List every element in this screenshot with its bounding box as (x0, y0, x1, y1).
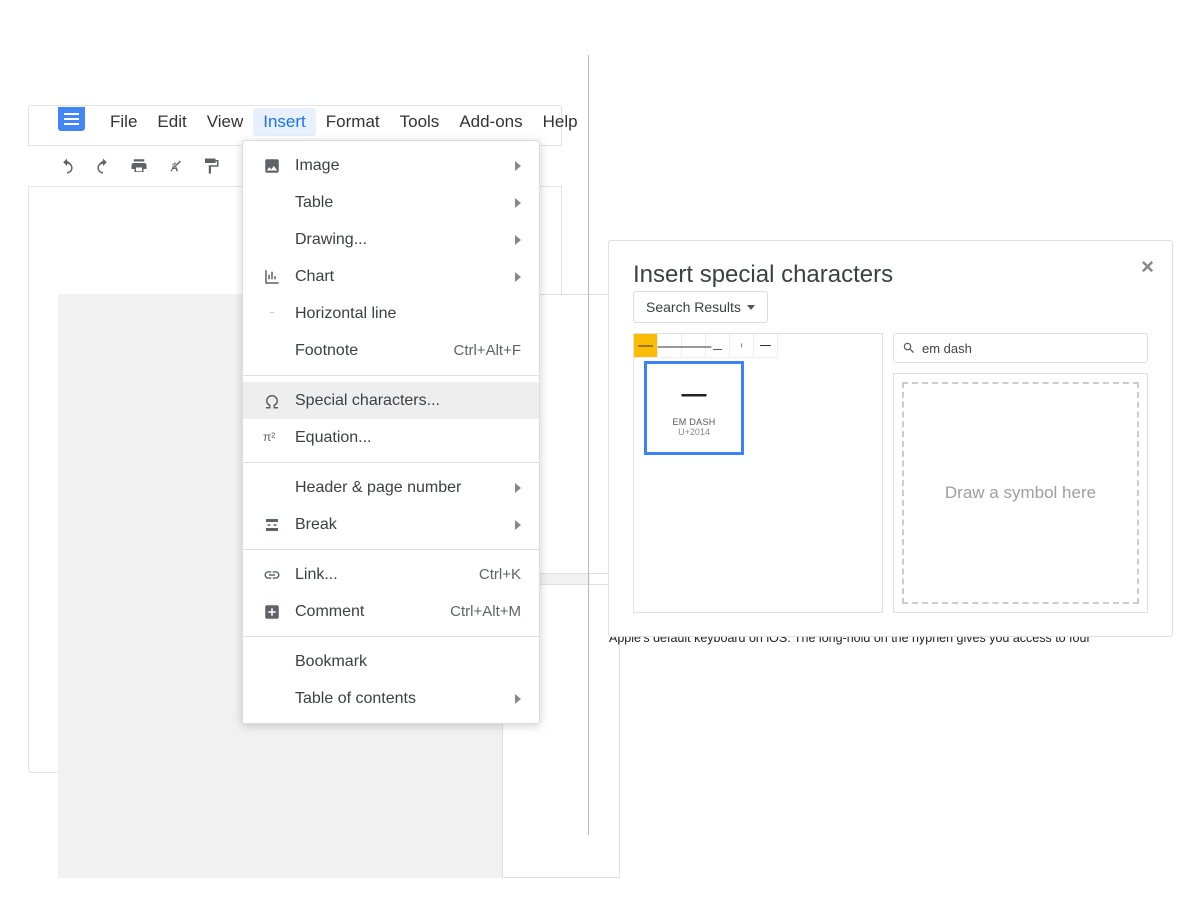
menu-help[interactable]: Help (533, 108, 588, 136)
menu-view[interactable]: View (197, 108, 254, 136)
menu-item-break[interactable]: Break (243, 506, 539, 543)
break-icon (261, 514, 283, 536)
char-result[interactable]: ﹘ (706, 334, 730, 358)
submenu-arrow-icon (515, 161, 521, 171)
menu-bar: File Edit View Insert Format Tools Add-o… (100, 108, 588, 136)
menu-item-label: Table (295, 194, 505, 212)
menu-tools[interactable]: Tools (390, 108, 450, 136)
docs-logo-icon (58, 107, 85, 131)
menu-item-special-characters[interactable]: Special characters... (243, 382, 539, 419)
pi-icon: π² (261, 427, 283, 449)
submenu-arrow-icon (515, 198, 521, 208)
char-result[interactable]: ︲ (730, 334, 754, 358)
menu-item-comment[interactable]: Comment Ctrl+Alt+M (243, 593, 539, 630)
draw-prompt: Draw a symbol here (902, 382, 1139, 604)
spellcheck-icon[interactable] (166, 157, 184, 175)
dialog-title: Insert special characters (633, 261, 893, 289)
insert-menu-dropdown: Image Table Drawing... Chart Horizontal … (242, 140, 540, 724)
divider (243, 636, 539, 637)
submenu-arrow-icon (515, 235, 521, 245)
comment-icon (261, 601, 283, 623)
char-result[interactable]: — (634, 334, 658, 358)
menu-item-label: Equation... (295, 429, 521, 447)
divider (243, 375, 539, 376)
close-button[interactable]: × (1141, 254, 1154, 280)
filter-dropdown[interactable]: Search Results (633, 291, 768, 323)
menu-item-toc[interactable]: Table of contents (243, 680, 539, 717)
menu-item-label: Bookmark (295, 653, 521, 671)
menu-item-label: Break (295, 516, 505, 534)
undo-icon[interactable] (58, 157, 76, 175)
filter-label: Search Results (646, 299, 741, 315)
menu-item-label: Image (295, 157, 505, 175)
character-search[interactable] (893, 333, 1148, 363)
submenu-arrow-icon (515, 694, 521, 704)
horizontal-line-icon (261, 303, 283, 325)
preview-name: EM DASH (672, 417, 715, 427)
link-icon (261, 564, 283, 586)
redo-icon[interactable] (94, 157, 112, 175)
char-row: — ⸺ ⸻ ﹘ ︲ － (634, 334, 882, 358)
menu-insert[interactable]: Insert (253, 108, 316, 136)
caret-down-icon (747, 305, 755, 310)
menu-item-label: Chart (295, 268, 505, 286)
menu-item-label: Link... (295, 566, 479, 584)
menu-item-label: Special characters... (295, 392, 521, 410)
menu-item-table[interactable]: Table (243, 184, 539, 221)
divider (243, 462, 539, 463)
char-result[interactable]: － (754, 334, 778, 358)
menu-addons[interactable]: Add-ons (449, 108, 532, 136)
menu-item-label: Footnote (295, 342, 453, 360)
search-input[interactable] (922, 341, 1139, 356)
menu-item-horizontal-line[interactable]: Horizontal line (243, 295, 539, 332)
panel-divider (588, 55, 589, 835)
divider (243, 549, 539, 550)
menu-item-drawing[interactable]: Drawing... (243, 221, 539, 258)
keyboard-shortcut: Ctrl+K (479, 566, 521, 583)
submenu-arrow-icon (515, 520, 521, 530)
image-icon (261, 155, 283, 177)
menu-item-label: Drawing... (295, 231, 505, 249)
character-preview[interactable]: — EM DASH U+2014 (644, 361, 744, 455)
menu-item-label: Header & page number (295, 479, 505, 497)
search-icon (902, 341, 916, 355)
menu-item-footnote[interactable]: Footnote Ctrl+Alt+F (243, 332, 539, 369)
menu-item-label: Comment (295, 603, 450, 621)
print-icon[interactable] (130, 157, 148, 175)
menu-item-chart[interactable]: Chart (243, 258, 539, 295)
preview-glyph: — (682, 380, 707, 409)
keyboard-shortcut: Ctrl+Alt+F (453, 342, 521, 359)
draw-symbol-pad[interactable]: Draw a symbol here (893, 373, 1148, 613)
preview-code: U+2014 (678, 427, 710, 437)
submenu-arrow-icon (515, 272, 521, 282)
menu-item-link[interactable]: Link... Ctrl+K (243, 556, 539, 593)
paint-format-icon[interactable] (202, 157, 220, 175)
menu-item-image[interactable]: Image (243, 147, 539, 184)
omega-icon (261, 390, 283, 412)
menu-edit[interactable]: Edit (147, 108, 196, 136)
submenu-arrow-icon (515, 483, 521, 493)
keyboard-shortcut: Ctrl+Alt+M (450, 603, 521, 620)
chart-icon (261, 266, 283, 288)
menu-item-label: Horizontal line (295, 305, 521, 323)
menu-item-label: Table of contents (295, 690, 505, 708)
menu-file[interactable]: File (100, 108, 147, 136)
menu-item-header-page[interactable]: Header & page number (243, 469, 539, 506)
char-result[interactable]: ⸻ (682, 334, 706, 358)
menu-format[interactable]: Format (316, 108, 390, 136)
special-characters-dialog: Insert special characters × Search Resul… (608, 240, 1173, 637)
menu-item-bookmark[interactable]: Bookmark (243, 643, 539, 680)
svg-text:π²: π² (263, 430, 275, 444)
menu-item-equation[interactable]: π² Equation... (243, 419, 539, 456)
